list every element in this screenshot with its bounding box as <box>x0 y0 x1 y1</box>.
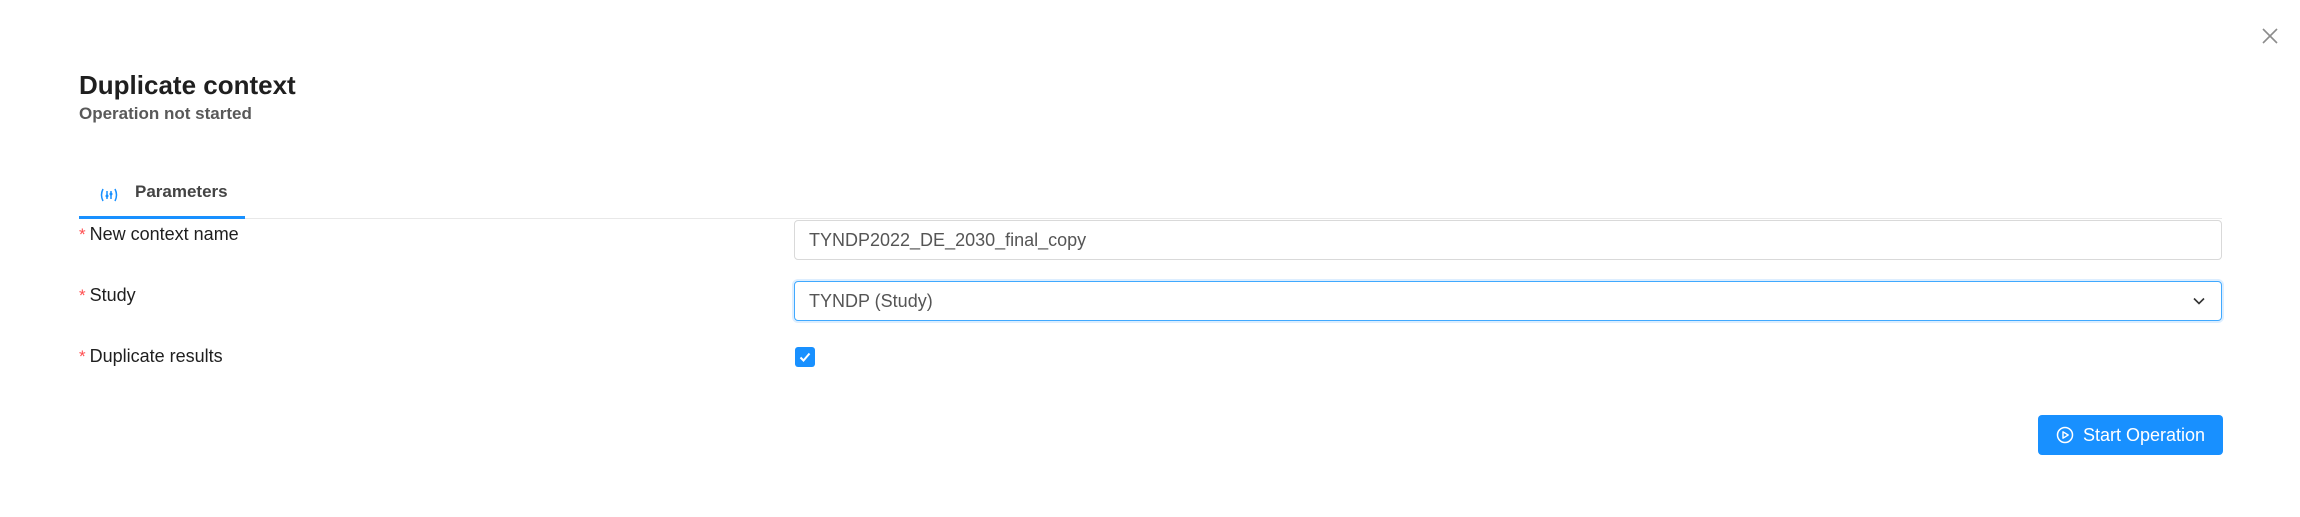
chevron-down-icon <box>2193 297 2205 305</box>
study-select-value: TYNDP (Study) <box>809 290 933 311</box>
parameters-icon <box>100 188 118 202</box>
required-marker: * <box>79 225 86 244</box>
checkmark-icon <box>799 352 811 362</box>
close-icon <box>2262 28 2278 44</box>
tab-parameters[interactable]: Parameters <box>79 174 245 219</box>
tab-parameters-label: Parameters <box>135 182 228 201</box>
dialog-title: Duplicate context <box>79 70 296 100</box>
dialog-header: Duplicate context Operation not started <box>79 68 296 124</box>
required-marker: * <box>79 347 86 366</box>
study-select[interactable]: TYNDP (Study) <box>794 281 2222 321</box>
close-button[interactable] <box>2258 24 2282 48</box>
start-operation-label: Start Operation <box>2082 424 2206 445</box>
duplicate-results-label: * Duplicate results <box>79 346 223 366</box>
context-name-input[interactable] <box>794 220 2222 260</box>
start-operation-button[interactable]: Start Operation <box>2038 415 2223 455</box>
required-marker: * <box>79 286 86 305</box>
context-name-label: * New context name <box>79 224 239 244</box>
duplicate-results-checkbox[interactable] <box>795 347 815 367</box>
tab-bar: Parameters <box>79 174 2222 219</box>
play-circle-icon <box>2056 426 2074 444</box>
study-label: * Study <box>79 285 136 305</box>
operation-status: Operation not started <box>79 104 252 123</box>
